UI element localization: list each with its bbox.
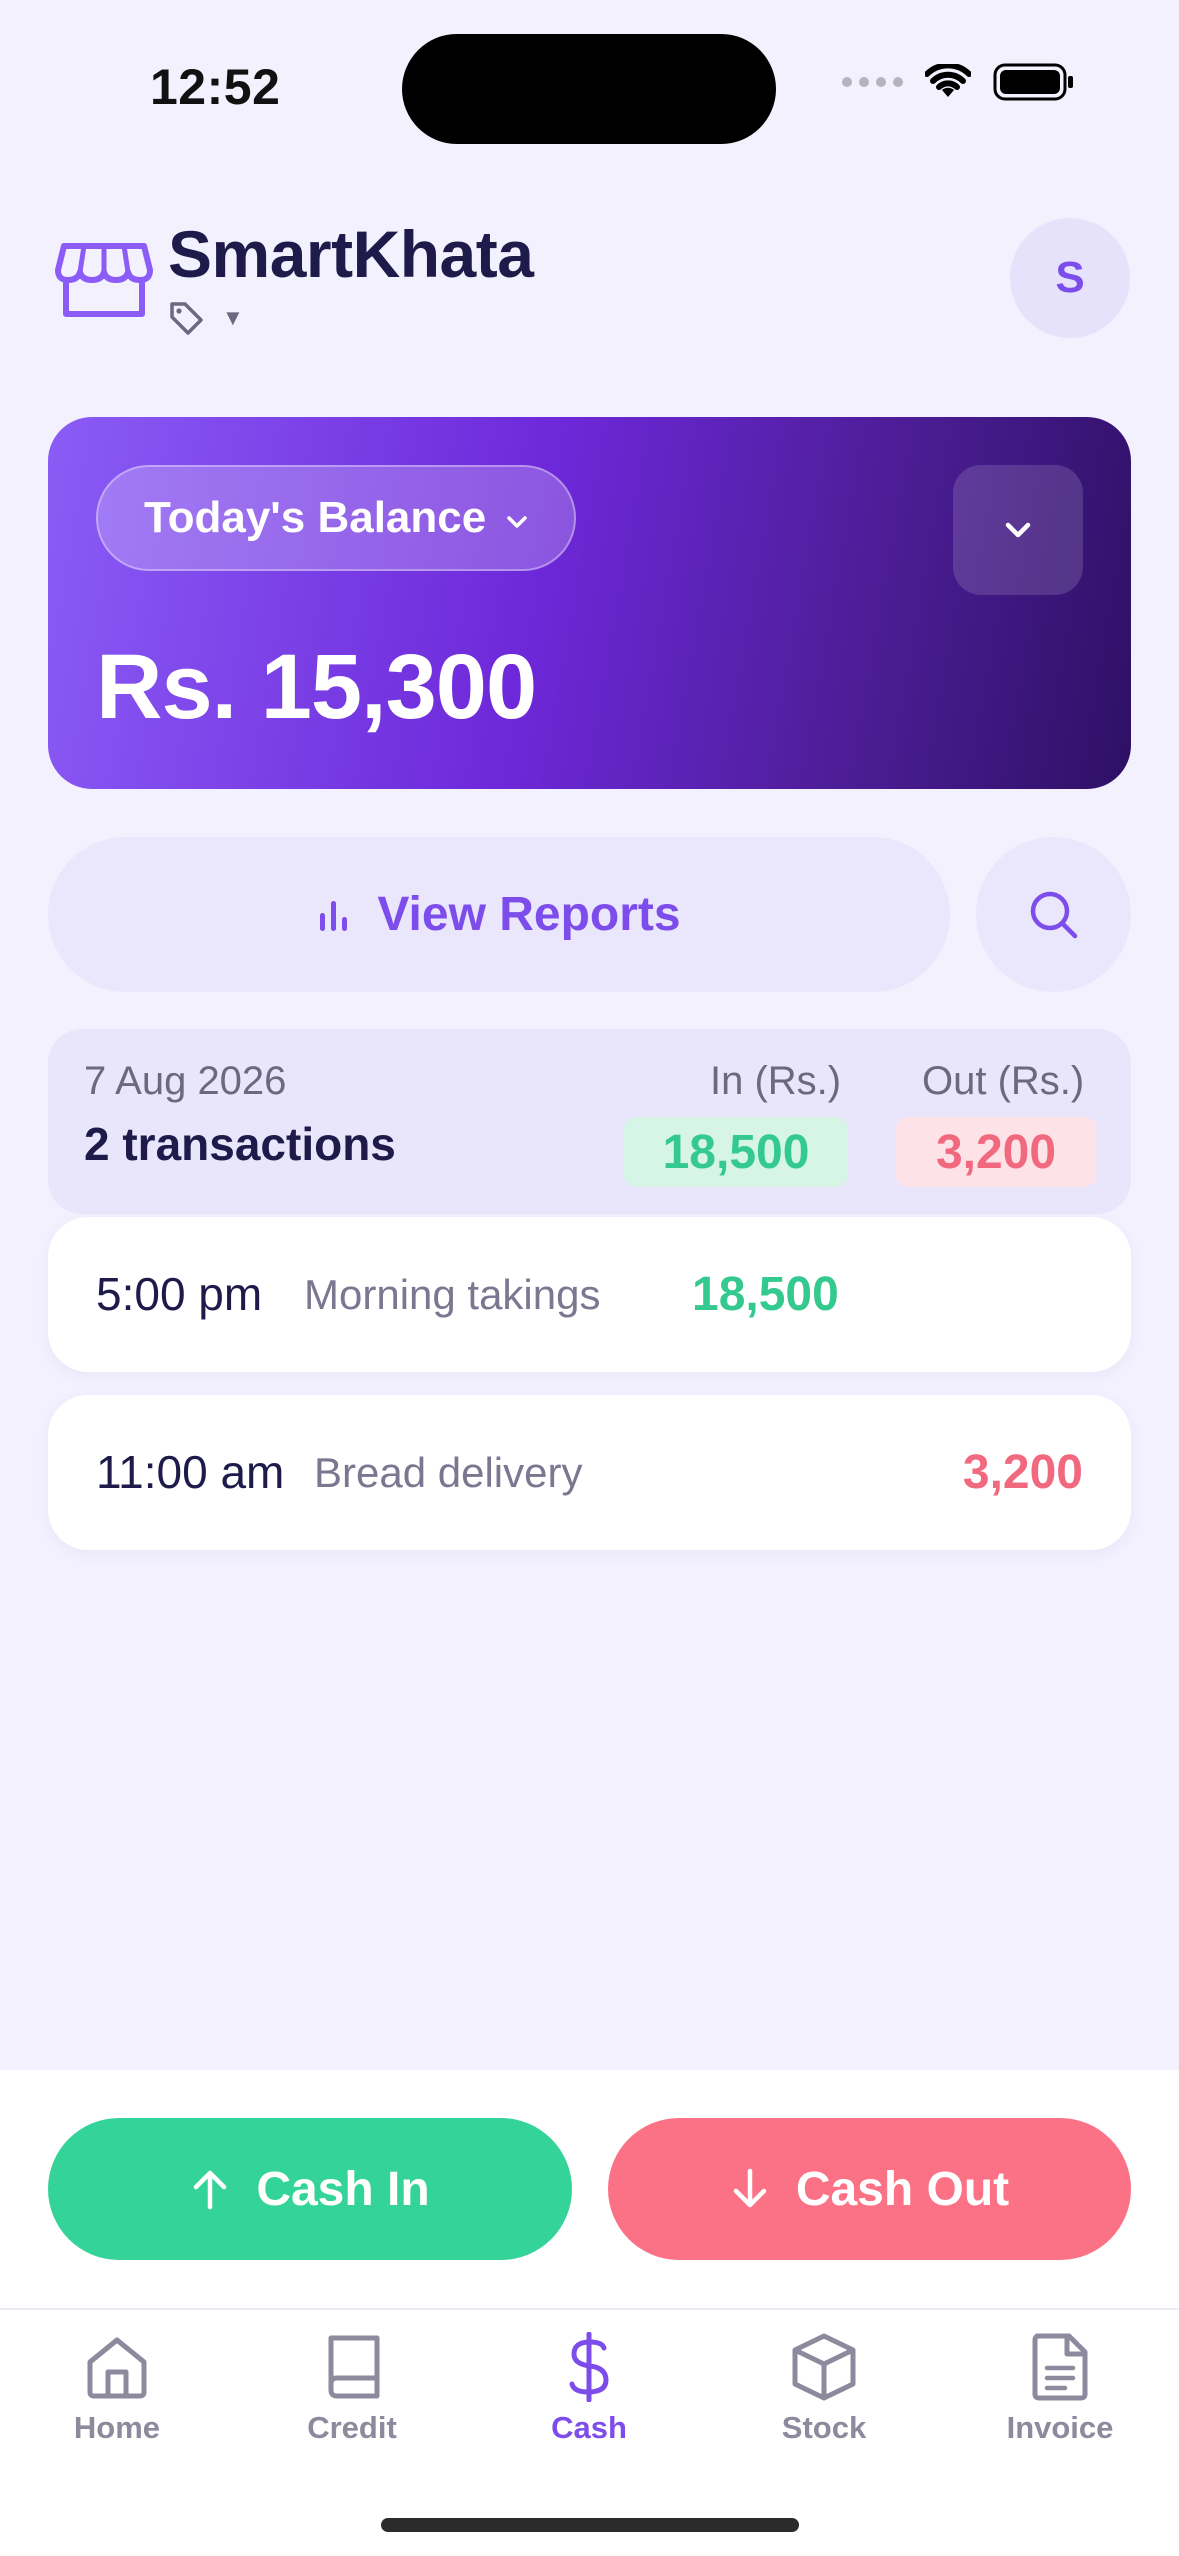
transaction-description: Morning takings	[304, 1271, 601, 1318]
cash-out-label: Cash Out	[795, 2162, 1010, 2216]
home-indicator	[381, 2518, 799, 2532]
business-selector[interactable]: ▼	[168, 300, 244, 336]
status-time: 12:52	[150, 59, 281, 115]
balance-card: Today's Balance Rs. 15,300	[48, 417, 1131, 789]
chevron-down-icon	[1005, 522, 1031, 538]
tab-credit[interactable]: Credit	[252, 2332, 452, 2446]
transaction-in-amount: 18,500	[692, 1268, 839, 1321]
book-icon	[328, 2335, 380, 2399]
summary-date: 7 Aug 2026	[84, 1059, 287, 1103]
search-button[interactable]	[976, 837, 1131, 992]
balance-amount: Rs. 15,300	[96, 636, 537, 738]
in-column-header: In (Rs.)	[710, 1059, 842, 1103]
box-icon	[792, 2333, 856, 2401]
tab-stock[interactable]: Stock	[724, 2332, 924, 2446]
transaction-time: 5:00 pm	[96, 1268, 263, 1320]
summary-count: 2 transactions	[84, 1118, 396, 1170]
chevron-down-icon	[507, 516, 527, 528]
cash-action-bar: Cash In Cash Out	[0, 2070, 1179, 2310]
transaction-row[interactable]: 11:00 am Bread delivery 3,200	[48, 1395, 1131, 1550]
tab-home-label: Home	[73, 2410, 161, 2445]
transaction-row[interactable]: 5:00 pm Morning takings 18,500	[48, 1217, 1131, 1372]
tab-invoice-label: Invoice	[1006, 2410, 1114, 2445]
bar-chart-icon	[320, 900, 348, 931]
cash-in-button[interactable]: Cash In	[48, 2118, 572, 2260]
app-title: SmartKhata	[168, 217, 534, 291]
balance-period-dropdown[interactable]: Today's Balance	[96, 465, 577, 571]
tab-home[interactable]: Home	[17, 2332, 217, 2446]
tab-cash[interactable]: Cash	[489, 2332, 689, 2446]
out-column-header: Out (Rs.)	[922, 1059, 1085, 1103]
wifi-icon	[925, 64, 971, 97]
transaction-out-amount: 3,200	[962, 1446, 1083, 1499]
cash-out-button[interactable]: Cash Out	[608, 2118, 1131, 2260]
day-summary: 7 Aug 2026 2 transactions In (Rs.) Out (…	[48, 1029, 1131, 1214]
tag-icon	[170, 302, 203, 335]
out-total-badge: 3,200	[896, 1117, 1096, 1187]
dynamic-island	[402, 34, 776, 144]
tab-credit-label: Credit	[307, 2410, 397, 2445]
store-icon	[55, 243, 153, 317]
balance-period-label: Today's Balance	[144, 493, 487, 542]
tab-cash-label: Cash	[551, 2410, 627, 2445]
status-icons	[842, 62, 1075, 102]
transaction-description: Bread delivery	[314, 1449, 583, 1496]
in-total-badge: 18,500	[624, 1117, 848, 1187]
battery-icon	[993, 63, 1073, 101]
view-reports-label: View Reports	[377, 888, 681, 941]
avatar[interactable]: S	[1010, 218, 1130, 338]
tab-stock-label: Stock	[781, 2410, 867, 2445]
home-icon	[87, 2337, 147, 2399]
document-icon	[1032, 2333, 1088, 2401]
search-icon	[1030, 891, 1077, 938]
arrow-down-icon	[733, 2168, 767, 2208]
view-reports-button[interactable]: View Reports	[48, 837, 950, 992]
transaction-time: 11:00 am	[96, 1446, 285, 1498]
cellular-signal-icon	[842, 77, 903, 87]
balance-expand-button[interactable]	[953, 465, 1083, 595]
dollar-icon	[569, 2332, 609, 2402]
tab-invoice[interactable]: Invoice	[960, 2332, 1160, 2446]
caret-down-icon: ▼	[222, 305, 244, 330]
arrow-up-icon	[194, 2170, 227, 2210]
cash-in-label: Cash In	[256, 2162, 430, 2216]
